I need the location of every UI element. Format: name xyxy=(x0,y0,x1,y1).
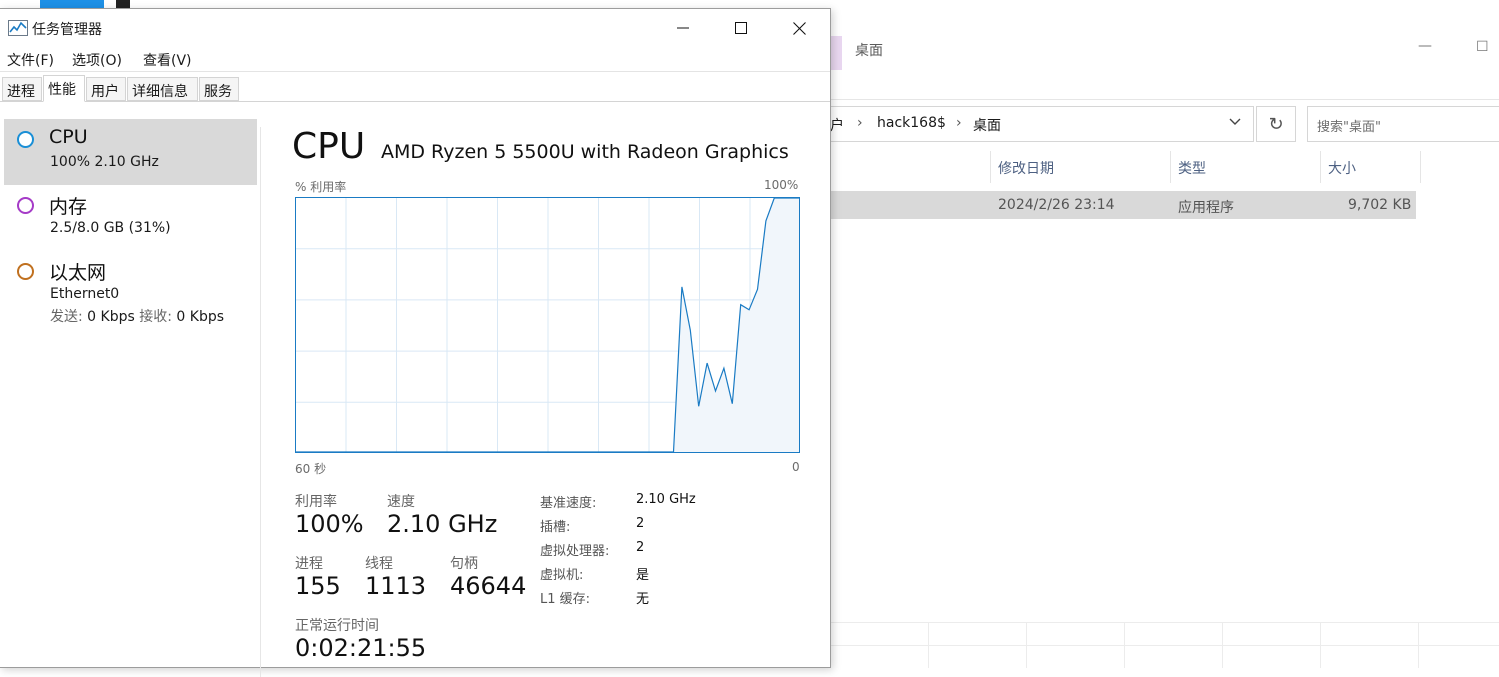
column-divider xyxy=(1320,151,1321,183)
explorer-empty-area xyxy=(830,622,1499,668)
task-manager-icon xyxy=(8,20,28,36)
cpu-utilization-graph xyxy=(295,197,800,453)
search-input[interactable]: 搜索"桌面" xyxy=(1307,106,1499,142)
minimize-button[interactable] xyxy=(654,9,712,47)
sidebar-item-label: CPU xyxy=(49,126,88,148)
sidebar-divider xyxy=(260,127,261,677)
menu-bar: 文件(F) 选项(O) 查看(V) xyxy=(0,47,830,71)
tabs-baseline xyxy=(0,101,830,102)
detail-value: 2 xyxy=(636,516,645,531)
cpu-model-name: AMD Ryzen 5 5500U with Radeon Graphics xyxy=(381,141,789,163)
tab-processes[interactable]: 进程 xyxy=(2,77,42,101)
speed-value: 2.10 GHz xyxy=(387,510,498,538)
task-manager-window: 任务管理器 文件(F) 选项(O) 查看(V) 进程 性能 用户 详细信息 服务… xyxy=(0,8,831,677)
explorer-maximize-button[interactable]: ☐ xyxy=(1476,39,1489,55)
detail-value: 2.10 GHz xyxy=(636,492,696,507)
threads-value: 1113 xyxy=(365,572,427,600)
detail-key: 基准速度: xyxy=(540,496,597,511)
detail-key: L1 缓存: xyxy=(540,592,591,607)
handles-value: 46644 xyxy=(450,572,527,600)
menu-divider xyxy=(0,71,830,72)
processes-value: 155 xyxy=(295,572,341,600)
speed-label: 速度 xyxy=(387,494,415,510)
column-header-size[interactable]: 大小 xyxy=(1328,158,1356,178)
detail-key: 虚拟机: xyxy=(540,568,584,583)
sidebar-item-sub: Ethernet0 xyxy=(50,286,120,302)
title-bar[interactable]: 任务管理器 xyxy=(0,9,830,47)
menu-file[interactable]: 文件(F) xyxy=(7,50,54,70)
breadcrumb-separator-icon: › xyxy=(857,115,863,131)
minimize-icon xyxy=(677,27,689,29)
explorer-ribbon-divider xyxy=(830,99,1499,100)
column-header-modified[interactable]: 修改日期 xyxy=(998,158,1054,178)
detail-key: 虚拟处理器: xyxy=(540,544,610,559)
sidebar-item-ethernet[interactable]: 以太网 Ethernet0 发送: 0 Kbps 接收: 0 Kbps xyxy=(4,251,257,327)
utilization-value: 100% xyxy=(295,510,364,538)
sidebar-item-memory[interactable]: 内存 2.5/8.0 GB (31%) xyxy=(4,185,257,251)
file-type: 应用程序 xyxy=(1178,200,1234,216)
sidebar-item-sub: 100% 2.10 GHz xyxy=(50,154,159,170)
column-header-type[interactable]: 类型 xyxy=(1178,158,1206,178)
sidebar-item-sub: 2.5/8.0 GB (31%) xyxy=(50,220,171,236)
graph-x-left-label: 60 秒 xyxy=(295,462,327,476)
column-divider xyxy=(990,151,991,183)
sidebar-item-label: 以太网 xyxy=(49,262,107,284)
menu-options[interactable]: 选项(O) xyxy=(72,50,122,70)
detail-key: 插槽: xyxy=(540,520,571,535)
breadcrumb-users[interactable]: 户 xyxy=(830,115,844,135)
file-row[interactable] xyxy=(830,191,1416,219)
close-icon xyxy=(792,21,806,35)
graph-x-right-label: 0 xyxy=(792,460,800,474)
maximize-icon xyxy=(735,22,747,34)
tab-users[interactable]: 用户 xyxy=(86,77,126,101)
refresh-button[interactable]: ↻ xyxy=(1256,106,1296,142)
graph-y-label: % 利用率 xyxy=(295,180,347,194)
detail-value: 无 xyxy=(636,592,650,607)
utilization-label: 利用率 xyxy=(295,494,337,510)
cpu-status-icon xyxy=(17,131,34,148)
close-button[interactable] xyxy=(770,9,828,47)
receive-value: 0 Kbps xyxy=(176,309,225,325)
tab-details[interactable]: 详细信息 xyxy=(127,77,198,101)
detail-value: 2 xyxy=(636,540,645,555)
graph-y-max-label: 100% xyxy=(764,178,799,192)
uptime-label: 正常运行时间 xyxy=(295,618,379,634)
tab-performance[interactable]: 性能 xyxy=(43,75,85,102)
refresh-icon: ↻ xyxy=(1268,113,1284,135)
receive-label: 接收: xyxy=(139,309,172,325)
window-title: 任务管理器 xyxy=(32,22,102,38)
panel-title: CPU xyxy=(292,126,366,167)
ethernet-throughput: 发送: 0 Kbps 接收: 0 Kbps xyxy=(50,306,224,326)
breadcrumb-desktop[interactable]: 桌面 xyxy=(973,115,1001,135)
send-value: 0 Kbps xyxy=(87,309,135,325)
explorer-minimize-button[interactable]: — xyxy=(1418,38,1432,54)
sidebar-item-label: 内存 xyxy=(49,196,88,218)
explorer-window-title: 桌面 xyxy=(855,43,883,59)
sidebar-item-cpu[interactable]: CPU 100% 2.10 GHz xyxy=(4,119,257,185)
column-divider xyxy=(1170,151,1171,183)
memory-status-icon xyxy=(17,197,34,214)
breadcrumb-user-folder[interactable]: hack168$ xyxy=(877,115,946,131)
uptime-value: 0:02:21:55 xyxy=(295,634,427,662)
handles-label: 句柄 xyxy=(450,556,478,572)
threads-label: 线程 xyxy=(365,556,393,572)
file-modified-date: 2024/2/26 23:14 xyxy=(998,197,1115,213)
ethernet-status-icon xyxy=(17,263,34,280)
detail-value: 是 xyxy=(636,568,650,583)
processes-label: 进程 xyxy=(295,556,323,572)
file-size: 9,702 KB xyxy=(1348,197,1412,213)
send-label: 发送: xyxy=(50,309,83,325)
menu-view[interactable]: 查看(V) xyxy=(143,50,192,70)
column-divider xyxy=(1420,151,1421,183)
tab-services[interactable]: 服务 xyxy=(199,77,239,101)
maximize-button[interactable] xyxy=(712,9,770,47)
chevron-down-icon[interactable] xyxy=(1228,114,1242,132)
explorer-folder-tab-icon xyxy=(830,36,842,70)
breadcrumb-separator-icon: › xyxy=(956,115,962,131)
